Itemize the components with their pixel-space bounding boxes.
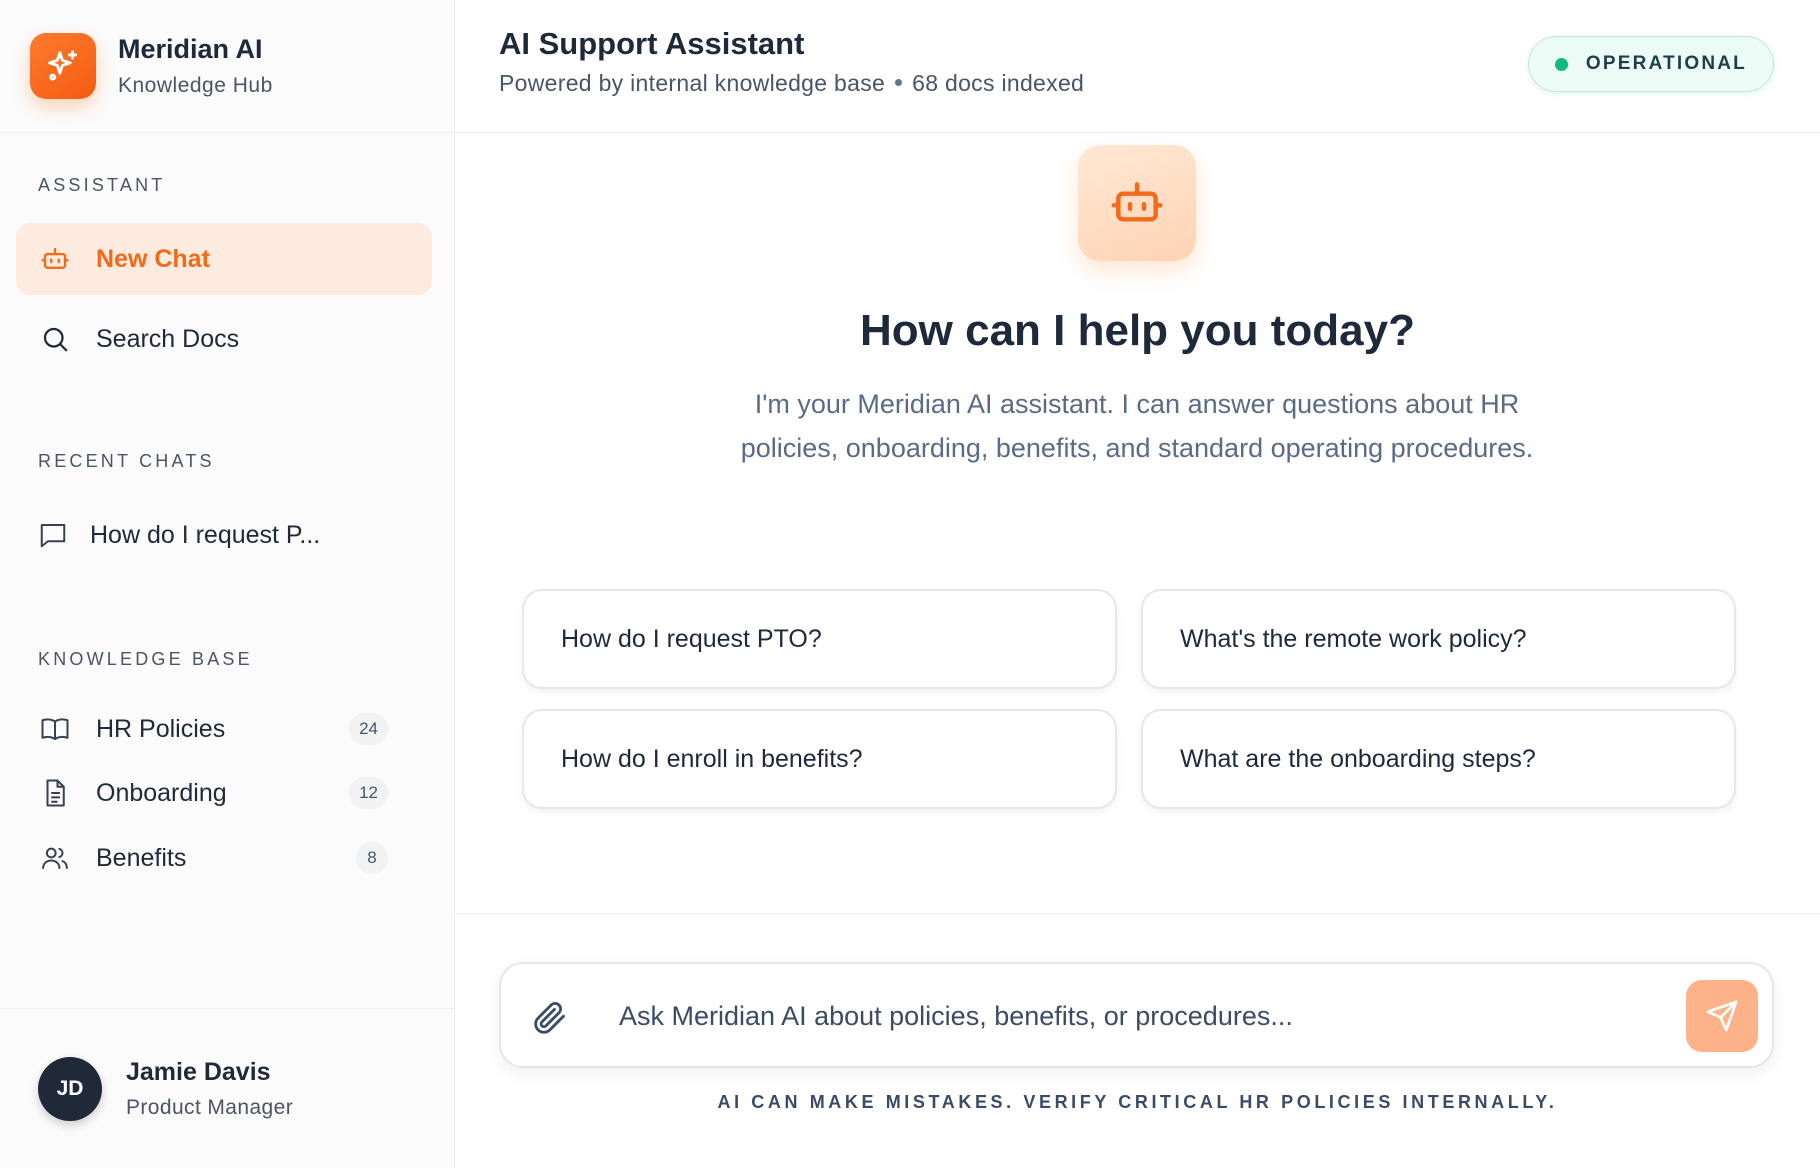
nav-new-chat[interactable]: New Chat <box>16 223 432 295</box>
brand-header: Meridian AI Knowledge Hub <box>0 0 454 133</box>
search-icon <box>38 322 72 356</box>
subtitle-source: Powered by internal knowledge base <box>499 70 886 96</box>
avatar: JD <box>38 1056 102 1121</box>
hero-title: How can I help you today? <box>860 306 1415 355</box>
user-name: Jamie Davis <box>126 1057 271 1086</box>
kb-item-label: HR Policies <box>96 714 226 743</box>
kb-count-badge: 12 <box>349 777 388 809</box>
nav-new-chat-label: New Chat <box>96 244 210 273</box>
page-title: AI Support Assistant <box>499 26 805 61</box>
subtitle-docs-count: 68 docs indexed <box>912 70 1085 96</box>
hero-description: I'm your Meridian AI assistant. I can an… <box>740 389 1534 463</box>
recent-chat-label: How do I request P... <box>90 520 321 549</box>
kb-item-hr-policies[interactable]: HR Policies 24 <box>16 693 432 765</box>
app-window: Meridian AI Knowledge Hub ASSISTANT New … <box>0 0 1820 1168</box>
brand-subtitle: Knowledge Hub <box>118 74 273 97</box>
section-label-assistant: ASSISTANT <box>38 175 166 195</box>
send-button[interactable] <box>1686 980 1758 1052</box>
ai-disclaimer: AI CAN MAKE MISTAKES. VERIFY CRITICAL HR… <box>717 1092 1558 1112</box>
separator-dot <box>895 79 903 87</box>
suggested-prompt-button[interactable]: How do I request PTO? <box>522 589 1117 689</box>
status-badge: OPERATIONAL <box>1527 36 1774 92</box>
status-dot-icon <box>1554 57 1568 71</box>
kb-count-badge: 8 <box>356 842 388 874</box>
section-label-recent: RECENT CHATS <box>38 451 215 471</box>
paperclip-icon[interactable] <box>531 998 569 1036</box>
composer-area: AI CAN MAKE MISTAKES. VERIFY CRITICAL HR… <box>455 913 1820 1168</box>
nav-search-docs[interactable]: Search Docs <box>16 303 432 375</box>
chat-bubble-icon <box>36 518 70 552</box>
nav-search-docs-label: Search Docs <box>96 324 240 353</box>
section-label-knowledge-base: KNOWLEDGE BASE <box>38 649 253 669</box>
suggested-prompt-button[interactable]: What's the remote work policy? <box>1141 589 1736 689</box>
kb-item-benefits[interactable]: Benefits 8 <box>16 822 432 894</box>
main-panel: AI Support Assistant Powered by internal… <box>455 0 1820 1168</box>
message-composer <box>499 962 1774 1068</box>
kb-count-badge: 24 <box>349 713 388 745</box>
page-header: AI Support Assistant Powered by internal… <box>455 0 1820 133</box>
kb-item-label: Benefits <box>96 843 187 872</box>
sidebar: Meridian AI Knowledge Hub ASSISTANT New … <box>0 0 455 1168</box>
suggested-prompt-button[interactable]: What are the onboarding steps? <box>1141 709 1736 809</box>
sparkle-logo-icon <box>30 33 96 99</box>
recent-chat-item[interactable]: How do I request P... <box>16 499 432 571</box>
bot-avatar-icon <box>1078 145 1196 261</box>
bot-icon <box>38 242 72 276</box>
document-icon <box>38 776 72 810</box>
kb-item-onboarding[interactable]: Onboarding 12 <box>16 757 432 829</box>
chat-message-input[interactable] <box>619 984 1619 1048</box>
suggested-prompt-button[interactable]: How do I enroll in benefits? <box>522 709 1117 809</box>
user-role: Product Manager <box>126 1095 294 1119</box>
user-profile[interactable]: JD Jamie Davis Product Manager <box>0 1008 455 1168</box>
brand-name: Meridian AI <box>118 34 263 64</box>
users-icon <box>38 841 72 875</box>
book-icon <box>38 712 72 746</box>
page-subtitle: Powered by internal knowledge base 68 doc… <box>499 70 1084 97</box>
send-icon <box>1706 1000 1738 1032</box>
kb-item-label: Onboarding <box>96 778 227 807</box>
status-text: OPERATIONAL <box>1585 53 1747 74</box>
